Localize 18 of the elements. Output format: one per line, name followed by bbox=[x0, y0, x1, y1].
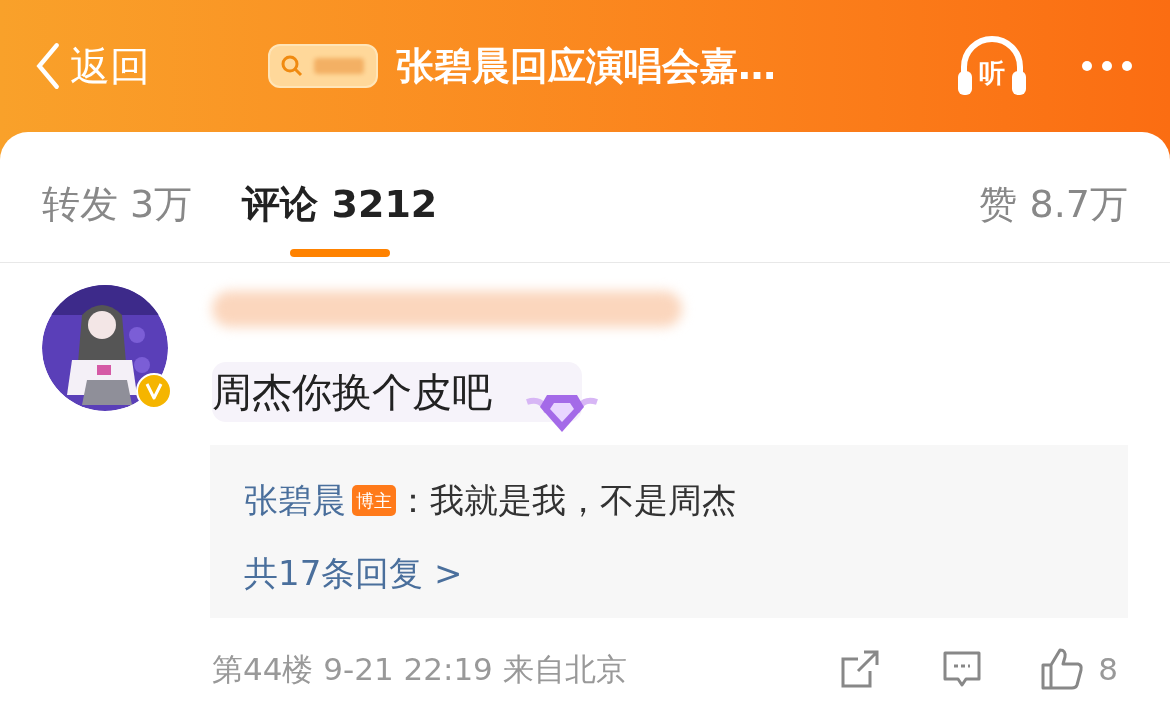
thumbs-up-icon[interactable] bbox=[1040, 647, 1085, 692]
search-icon bbox=[280, 54, 304, 78]
comment-text: 周杰你换个皮吧 bbox=[212, 362, 582, 422]
tab[interactable]: 评论 3212 bbox=[242, 176, 438, 257]
tab[interactable]: 转发 3万 bbox=[42, 176, 193, 257]
page-title: 张碧晨回应演唱会嘉… bbox=[396, 42, 776, 90]
likes-count: 赞 8.7万 bbox=[979, 181, 1128, 228]
reply-text: ：我就是我，不是周杰 bbox=[396, 479, 736, 522]
replies-link[interactable]: 共17条回复 > bbox=[244, 548, 1094, 599]
reply-author[interactable]: 张碧晨 bbox=[244, 475, 346, 526]
comment-meta: 第44楼 9-21 22:19 来自北京 bbox=[212, 650, 627, 689]
like-count: 8 bbox=[1098, 650, 1118, 689]
listen-button[interactable]: 听 bbox=[954, 31, 1030, 101]
chevron-left-icon bbox=[34, 42, 62, 90]
author-tag: 博主 bbox=[352, 485, 396, 516]
search-pill[interactable] bbox=[268, 44, 378, 88]
share-icon[interactable] bbox=[840, 649, 881, 690]
blurred-text bbox=[314, 58, 364, 74]
